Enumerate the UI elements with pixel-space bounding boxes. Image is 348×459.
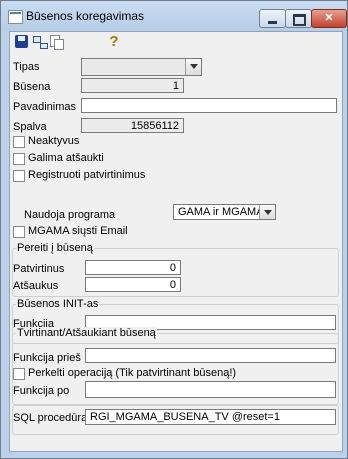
perkelti-label: Perkelti operaciją (Tik patvirtinant būs… (28, 367, 237, 379)
atsaukus-field[interactable]: 0 (85, 277, 181, 292)
close-button[interactable]: ✕ (311, 9, 347, 28)
busena-field[interactable]: 1 (81, 78, 184, 93)
funkcija-po-field[interactable] (85, 381, 336, 398)
sql-value: RGI_MGAMA_BUSENA_TV @reset=1 (90, 411, 280, 423)
pavadinimas-field[interactable] (81, 98, 337, 113)
spalva-field[interactable]: 15856112 (81, 118, 184, 133)
tipas-chevron-down-icon (185, 59, 201, 75)
mgama-email-label: MGAMA siųsti Email (28, 225, 128, 237)
perkelti-checkbox[interactable] (13, 368, 25, 380)
help-icon[interactable]: ? (106, 34, 122, 50)
tree-icon[interactable] (32, 34, 48, 50)
registruoti-patvirtinimus-checkbox[interactable] (13, 170, 25, 182)
patvirtinus-value: 0 (169, 262, 176, 274)
copy-icon[interactable] (49, 34, 65, 50)
funkcija-pries-label: Funkcija prieš (13, 352, 81, 364)
window-title: Būsenos koregavimas (26, 9, 145, 23)
atsaukus-value: 0 (169, 279, 176, 291)
galima-atsaukti-label: Galima atšaukti (28, 152, 104, 164)
naudoja-programa-label: Naudoja programa (24, 209, 116, 221)
sql-label: SQL procedūra (13, 412, 88, 424)
title-bar[interactable]: Būsenos koregavimas ✕ (1, 1, 347, 31)
naudoja-programa-select[interactable]: GAMA ir MGAMA (173, 204, 276, 220)
patvirtinus-label: Patvirtinus (13, 263, 65, 275)
galima-atsaukti-checkbox[interactable] (13, 153, 25, 165)
sql-field[interactable]: RGI_MGAMA_BUSENA_TV @reset=1 (85, 409, 336, 425)
atsaukus-label: Atšaukus (13, 280, 59, 292)
save-icon[interactable] (14, 34, 30, 50)
dialog-window: Būsenos koregavimas ✕ ? Tipas Būsena 1 P… (0, 0, 348, 459)
patvirtinus-field[interactable]: 0 (85, 260, 181, 275)
busena-value: 1 (172, 80, 179, 92)
toolbar: ? (10, 32, 342, 52)
naudoja-programa-value: GAMA ir MGAMA (178, 206, 264, 218)
tipas-select[interactable] (81, 58, 202, 76)
naudoja-programa-chevron-down-icon (259, 205, 275, 219)
init-group-title: Būsenos INIT-as (16, 298, 100, 310)
funkcija-po-label: Funkcija po (13, 385, 70, 397)
registruoti-patvirtinimus-label: Registruoti patvirtinimus (28, 169, 146, 181)
pavadinimas-label: Pavadinimas (13, 101, 76, 113)
busena-label: Būsena (13, 81, 51, 93)
tipas-label: Tipas (13, 61, 40, 73)
close-icon: ✕ (324, 12, 334, 24)
maximize-button[interactable] (285, 9, 312, 28)
neaktyvus-label: Neaktyvus (28, 135, 80, 147)
minimize-button[interactable] (259, 9, 286, 28)
mgama-email-checkbox[interactable] (13, 226, 25, 238)
window-icon (8, 10, 23, 24)
spalva-value: 15856112 (130, 120, 179, 132)
spalva-label: Spalva (13, 121, 47, 133)
dialog-content: ? Tipas Būsena 1 Pavadinimas Spalva 1585… (9, 31, 343, 452)
neaktyvus-checkbox[interactable] (13, 136, 25, 148)
funkcija-pries-field[interactable] (85, 348, 336, 363)
pereiti-group-title: Pereiti į būseną (16, 242, 94, 254)
tvirtinant-group-title: Tvirtinant/Atšaukiant būseną (16, 327, 157, 339)
